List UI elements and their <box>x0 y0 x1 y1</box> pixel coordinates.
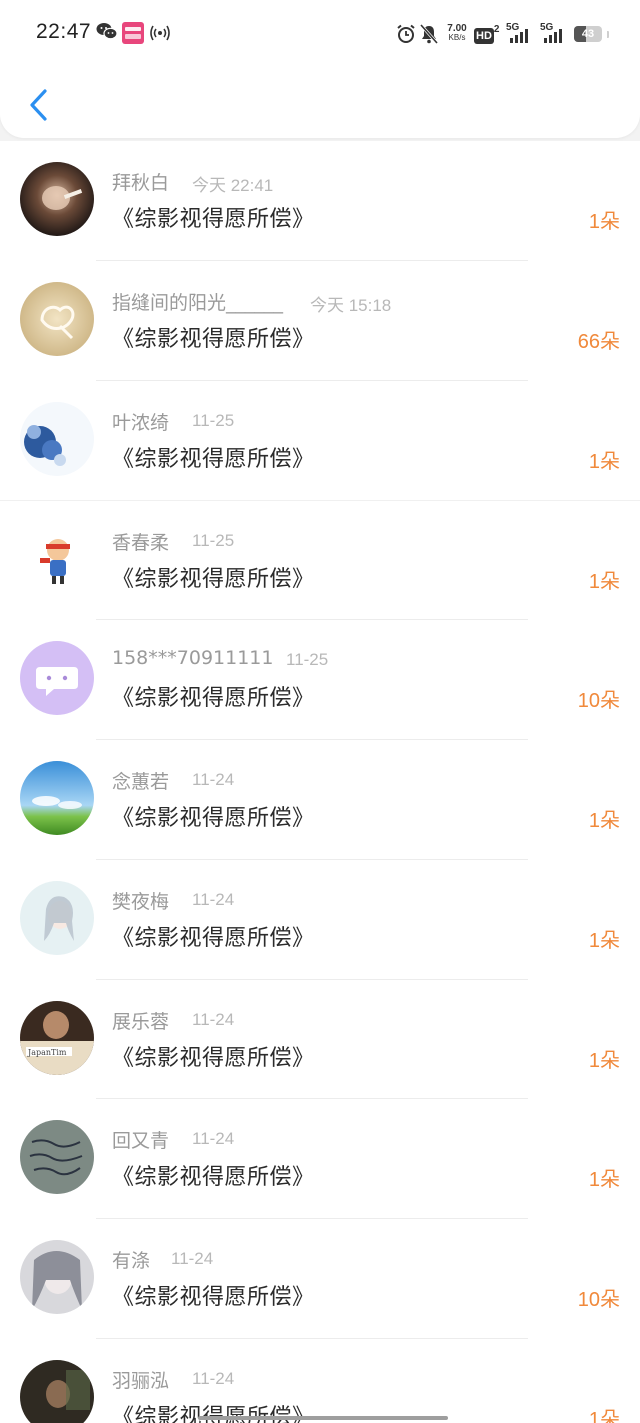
list-item[interactable]: 叶浓绮 11-25 《综影视得愿所偿》 1朵 <box>0 380 640 501</box>
flower-count: 10朵 <box>577 1289 620 1312</box>
list-item[interactable]: 香春柔 11-25 《综影视得愿所偿》 1朵 <box>0 500 640 621</box>
battery-icon: 43 <box>574 26 610 46</box>
avatar[interactable] <box>20 281 94 356</box>
list-item[interactable]: 指缝间的阳光______ 今天 15:18 《综影视得愿所偿》 66朵 <box>0 260 640 381</box>
hd-label: HD <box>474 28 494 44</box>
gift-date: 11-25 <box>192 410 235 430</box>
avatar[interactable] <box>20 1240 94 1315</box>
flower-count: 1朵 <box>588 571 620 594</box>
hd-sub-label: 2 <box>493 24 500 35</box>
book-title[interactable]: 《综影视得愿所偿》 <box>112 1040 315 1072</box>
flower-count: 1朵 <box>588 809 620 832</box>
list-item[interactable]: 樊夜梅 11-24 《综影视得愿所偿》 1朵 <box>0 859 640 980</box>
avatar[interactable] <box>20 1120 94 1195</box>
gift-date: 11-24 <box>192 1009 235 1029</box>
hd-volte-icon: HD2 <box>474 24 499 44</box>
list-item[interactable]: 158***70911111 11-25 《综影视得愿所偿》 10朵 <box>0 620 640 740</box>
flower-count: 1朵 <box>588 450 620 473</box>
network-speed: 7.00 KB/s <box>444 23 470 43</box>
back-button[interactable] <box>20 84 56 126</box>
gift-date: 11-24 <box>171 1249 214 1269</box>
sender-name: 回又青 <box>112 1130 170 1153</box>
list-item[interactable]: 回又青 11-24 《综影视得愿所偿》 1朵 <box>0 1099 640 1220</box>
flower-count: 10朵 <box>577 690 620 713</box>
sender-name: 念蕙若 <box>112 770 170 793</box>
sender-name: 158***70911111 <box>112 647 274 670</box>
flower-count: 1朵 <box>588 211 620 233</box>
avatar[interactable] <box>20 1359 94 1423</box>
list-item[interactable]: 念蕙若 11-24 《综影视得愿所偿》 1朵 <box>0 739 640 860</box>
sender-name: 指缝间的阳光______ <box>112 291 284 314</box>
flower-count: 1朵 <box>588 1408 620 1423</box>
book-title[interactable]: 《综影视得愿所偿》 <box>112 680 315 712</box>
book-title[interactable]: 《综影视得愿所偿》 <box>112 920 315 952</box>
network-speed-value: 7.00 <box>447 23 467 34</box>
book-title[interactable]: 《综影视得愿所偿》 <box>112 1159 315 1191</box>
chevron-left-icon <box>30 89 47 121</box>
list-item[interactable]: 拜秋白 今天 22:41 《综影视得愿所偿》 1朵 <box>0 141 640 261</box>
flower-count: 66朵 <box>577 330 620 353</box>
sender-name: 香春柔 <box>112 532 170 555</box>
list-item[interactable]: 羽骊泓 11-24 《综影视得愿所偿》 1朵 <box>0 1338 640 1423</box>
gift-date: 11-24 <box>192 769 235 789</box>
avatar[interactable] <box>20 641 94 716</box>
sender-name: 拜秋白 <box>112 172 170 194</box>
gift-date: 11-24 <box>192 1129 235 1149</box>
status-time: 22:47 <box>36 20 92 43</box>
sender-name: 有涤 <box>112 1250 151 1273</box>
gift-date: 今天 15:18 <box>310 295 392 315</box>
mute-bell-icon <box>419 24 439 48</box>
list-item[interactable]: 有涤 11-24 《综影视得愿所偿》 10朵 <box>0 1219 640 1339</box>
avatar[interactable] <box>20 880 94 955</box>
avatar[interactable] <box>20 401 94 476</box>
flower-gift-list: 拜秋白 今天 22:41 《综影视得愿所偿》 1朵 指缝间的阳光______ 今… <box>0 141 640 1423</box>
flower-count: 1朵 <box>588 929 620 952</box>
flower-count: 1朵 <box>588 1169 620 1192</box>
gift-date: 11-25 <box>192 531 235 551</box>
book-title[interactable]: 《综影视得愿所偿》 <box>112 800 315 832</box>
hotspot-icon <box>150 24 170 46</box>
sender-name: 樊夜梅 <box>112 890 170 913</box>
sender-name: 叶浓绮 <box>112 411 170 434</box>
book-title[interactable]: 《综影视得愿所偿》 <box>112 201 315 233</box>
network-speed-unit: KB/s <box>448 33 466 42</box>
battery-level: 43 <box>581 28 595 40</box>
alarm-icon <box>396 24 416 48</box>
avatar[interactable]: JapanTim <box>20 1000 94 1075</box>
avatar[interactable] <box>20 522 94 597</box>
svg-text:JapanTim: JapanTim <box>27 1048 67 1057</box>
gift-date: 11-25 <box>286 650 329 670</box>
list-item[interactable]: JapanTim 展乐蓉 11-24 《综影视得愿所偿》 1朵 <box>0 979 640 1100</box>
gift-date: 11-24 <box>192 889 235 909</box>
book-title[interactable]: 《综影视得愿所偿》 <box>112 321 315 353</box>
book-title[interactable]: 《综影视得愿所偿》 <box>112 561 315 593</box>
sender-name: 羽骊泓 <box>112 1369 170 1392</box>
book-title[interactable]: 《综影视得愿所偿》 <box>112 1279 315 1311</box>
wechat-icon <box>96 22 118 44</box>
gift-date: 11-24 <box>192 1368 235 1388</box>
gift-date: 今天 22:41 <box>192 176 274 195</box>
sender-name: 展乐蓉 <box>112 1010 170 1033</box>
flower-count: 1朵 <box>588 1049 620 1072</box>
home-indicator[interactable] <box>198 1416 448 1420</box>
status-bar: 22:47 7.00 KB/s HD2 5G 5G 43 <box>0 0 640 68</box>
avatar[interactable] <box>20 162 94 236</box>
avatar[interactable] <box>20 760 94 835</box>
top-header: 22:47 7.00 KB/s HD2 5G 5G 43 <box>0 0 640 138</box>
app-notification-icon <box>122 22 144 48</box>
book-title[interactable]: 《综影视得愿所偿》 <box>112 441 315 473</box>
